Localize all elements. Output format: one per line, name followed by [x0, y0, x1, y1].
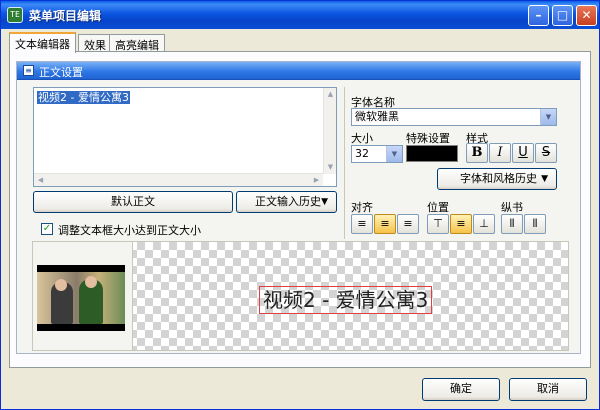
resize-textbox-label: 调整文本框大小达到正文大小	[58, 224, 201, 237]
position-middle-button[interactable]: ≡	[450, 214, 472, 234]
horizontal-scrollbar[interactable]: ◀ ▶	[34, 173, 323, 186]
chevron-down-icon: ▼	[540, 109, 556, 125]
preview-text-box[interactable]: 视频2 - 爱情公寓3	[259, 286, 433, 314]
strikethrough-button[interactable]: S	[535, 143, 557, 163]
align-right-icon: ≡	[403, 217, 413, 230]
font-size-select[interactable]: 32 ▼	[351, 145, 403, 163]
title-bar[interactable]: TE 菜单项目编辑 – □ ✕	[1, 1, 599, 29]
font-style-history-button[interactable]: 字体和风格历史 ▼	[437, 168, 557, 190]
vertical-lines-icon: ⦀	[532, 217, 538, 230]
chevron-down-icon: ▼	[541, 174, 548, 184]
align-center-button[interactable]: ≡	[374, 214, 396, 234]
default-text-button[interactable]: 默认正文	[33, 191, 233, 213]
chevron-down-icon: ▼	[386, 146, 402, 162]
scroll-right-icon[interactable]: ▶	[310, 174, 323, 187]
valign-middle-icon: ≡	[456, 217, 466, 230]
vertical-scrollbar[interactable]: ▲ ▼	[323, 88, 336, 174]
vertical-text-label: 纵书	[501, 201, 523, 214]
position-top-button[interactable]: ⊤	[427, 214, 449, 234]
special-settings-label: 特殊设置	[406, 132, 450, 145]
window-title: 菜单项目编辑	[29, 9, 102, 23]
tab-highlight-edit[interactable]: 高亮编辑	[109, 34, 165, 52]
align-left-button[interactable]: ≡	[351, 214, 373, 234]
align-right-button[interactable]: ≡	[397, 214, 419, 234]
tab-text-editor[interactable]: 文本编辑器	[9, 32, 76, 53]
doc-icon: ≡	[23, 65, 34, 76]
video-thumbnail[interactable]	[37, 265, 125, 331]
italic-button[interactable]: I	[489, 143, 511, 163]
vertical-text-left-button[interactable]: ⦀	[501, 214, 523, 234]
thumbnail-head-left	[55, 279, 67, 291]
thumbnail-head-right	[85, 276, 97, 288]
text-input-history-button[interactable]: 正文输入历史 ▼	[236, 191, 337, 213]
align-left-icon: ≡	[357, 217, 367, 230]
cancel-button[interactable]: 取消	[509, 378, 587, 401]
font-color-swatch[interactable]	[406, 145, 458, 162]
position-bottom-button[interactable]: ⊥	[473, 214, 495, 234]
scroll-left-icon[interactable]: ◀	[34, 174, 47, 187]
text-editor-area[interactable]: 视频2 - 爱情公寓3 ▲ ▼ ◀ ▶	[33, 87, 337, 187]
scroll-up-icon[interactable]: ▲	[324, 88, 337, 101]
font-style-history-label: 字体和风格历史	[460, 172, 537, 185]
app-icon: TE	[7, 7, 23, 23]
bold-button[interactable]: B	[466, 143, 488, 163]
font-name-select[interactable]: 微软雅黑 ▼	[351, 108, 557, 126]
valign-top-icon: ⊤	[433, 217, 443, 230]
group-title: 正文设置	[39, 66, 83, 79]
editor-selected-text: 视频2 - 爱情公寓3	[37, 91, 130, 104]
vertical-lines-icon: ⦀	[509, 217, 515, 230]
maximize-button[interactable]: □	[552, 5, 573, 26]
valign-bottom-icon: ⊥	[479, 217, 489, 230]
font-size-value: 32	[355, 147, 369, 160]
align-label: 对齐	[351, 201, 373, 214]
align-center-icon: ≡	[380, 217, 390, 230]
minimize-button[interactable]: –	[528, 5, 549, 26]
close-button[interactable]: ✕	[576, 5, 597, 26]
tab-effects[interactable]: 效果	[78, 34, 112, 52]
ok-button[interactable]: 确定	[422, 378, 500, 401]
vertical-text-right-button[interactable]: ⦀	[524, 214, 546, 234]
scroll-down-icon[interactable]: ▼	[324, 161, 337, 174]
font-name-value: 微软雅黑	[355, 110, 399, 123]
text-input-history-label: 正文输入历史	[255, 195, 321, 208]
underline-button[interactable]: U	[512, 143, 534, 163]
position-label: 位置	[427, 201, 449, 214]
thumbnail-panel	[33, 242, 133, 350]
resize-textbox-checkbox[interactable]: ✓	[41, 223, 53, 235]
dialog-window: TE 菜单项目编辑 – □ ✕ 文本编辑器 效果 高亮编辑 ≡ 正文设置 视频2…	[0, 0, 600, 410]
chevron-down-icon: ▼	[321, 197, 328, 207]
size-label: 大小	[351, 132, 373, 145]
group-header: ≡ 正文设置	[17, 62, 580, 80]
